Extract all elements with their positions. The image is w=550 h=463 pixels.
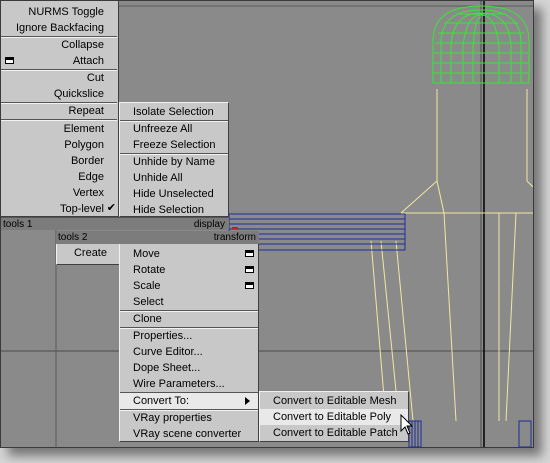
menu-item-ignore-backfacing[interactable]: Ignore Backfacing xyxy=(16,20,104,36)
menu-item-convert-editable-poly[interactable]: Convert to Editable Poly xyxy=(260,409,408,425)
quad-left-menu: NURMS Toggle Ignore Backfacing Collapse … xyxy=(1,1,119,217)
menu-item-hide-selection[interactable]: Hide Selection xyxy=(133,202,204,218)
menu-item-convert-editable-mesh[interactable]: Convert to Editable Mesh xyxy=(273,393,397,409)
menu-item-attach[interactable]: Attach xyxy=(73,53,104,69)
quad-transform-menu: Move Rotate Scale Select Clone Propertie… xyxy=(119,244,259,442)
menu-item-rotate[interactable]: Rotate xyxy=(133,262,165,278)
menu-item-collapse[interactable]: Collapse xyxy=(61,37,104,53)
menu-item-curve-editor[interactable]: Curve Editor... xyxy=(133,344,203,360)
menu-item-polygon[interactable]: Polygon xyxy=(64,137,104,153)
menu-item-freeze-selection[interactable]: Freeze Selection xyxy=(133,137,216,153)
checkmark-icon: ✔ xyxy=(106,202,116,214)
menu-item-convert-editable-patch[interactable]: Convert to Editable Patch xyxy=(273,425,398,441)
menu-item-element[interactable]: Element xyxy=(64,121,104,137)
menu-item-properties[interactable]: Properties... xyxy=(133,328,192,344)
convert-to-submenu: Convert to Editable Mesh Convert to Edit… xyxy=(259,391,409,442)
quad-header-transform: transform xyxy=(119,231,259,244)
menu-item-hide-unselected[interactable]: Hide Unselected xyxy=(133,186,214,202)
quad-divider-mark xyxy=(232,227,238,229)
viewport[interactable]: NURMS Toggle Ignore Backfacing Collapse … xyxy=(0,0,534,448)
quad-header-tools1: tools 1 display xyxy=(1,217,229,230)
menu-item-nurms-toggle[interactable]: NURMS Toggle xyxy=(28,4,104,20)
settings-box-icon[interactable] xyxy=(245,266,254,273)
menu-item-convert-to[interactable]: Convert To: xyxy=(120,393,258,409)
menu-item-vray-properties[interactable]: VRay properties xyxy=(133,410,212,426)
menu-item-move[interactable]: Move xyxy=(133,246,160,262)
menu-item-repeat[interactable]: Repeat xyxy=(69,103,104,119)
quad-tools2-menu: Create xyxy=(56,244,122,265)
menu-item-wire-parameters[interactable]: Wire Parameters... xyxy=(133,376,225,392)
menu-item-select[interactable]: Select xyxy=(133,294,164,310)
submenu-arrow-icon xyxy=(245,397,250,405)
menu-item-vertex[interactable]: Vertex xyxy=(73,185,104,201)
menu-item-vray-scene-converter[interactable]: VRay scene converter xyxy=(133,426,241,442)
menu-item-edge[interactable]: Edge xyxy=(78,169,104,185)
menu-item-unhide-all[interactable]: Unhide All xyxy=(133,170,183,186)
menu-item-create[interactable]: Create xyxy=(74,245,107,261)
settings-box-icon[interactable] xyxy=(245,250,254,257)
menu-item-cut[interactable]: Cut xyxy=(87,70,104,86)
menu-item-dope-sheet[interactable]: Dope Sheet... xyxy=(133,360,200,376)
mouse-cursor-icon xyxy=(400,414,414,435)
quad-header-tools2: tools 2 xyxy=(56,231,122,244)
quad-display-menu: Isolate Selection Unfreeze All Freeze Se… xyxy=(119,102,229,217)
menu-item-isolate-selection[interactable]: Isolate Selection xyxy=(133,104,214,120)
menu-item-unfreeze-all[interactable]: Unfreeze All xyxy=(133,121,192,137)
menu-item-top-level[interactable]: Top-level xyxy=(60,201,104,217)
settings-box-icon[interactable] xyxy=(245,282,254,289)
settings-box-icon[interactable] xyxy=(5,57,14,64)
menu-item-clone[interactable]: Clone xyxy=(133,311,162,327)
menu-item-scale[interactable]: Scale xyxy=(133,278,161,294)
wire-body xyxy=(370,89,533,422)
menu-item-border[interactable]: Border xyxy=(71,153,104,169)
menu-item-quickslice[interactable]: Quickslice xyxy=(54,86,104,102)
menu-item-unhide-by-name[interactable]: Unhide by Name xyxy=(133,154,215,170)
